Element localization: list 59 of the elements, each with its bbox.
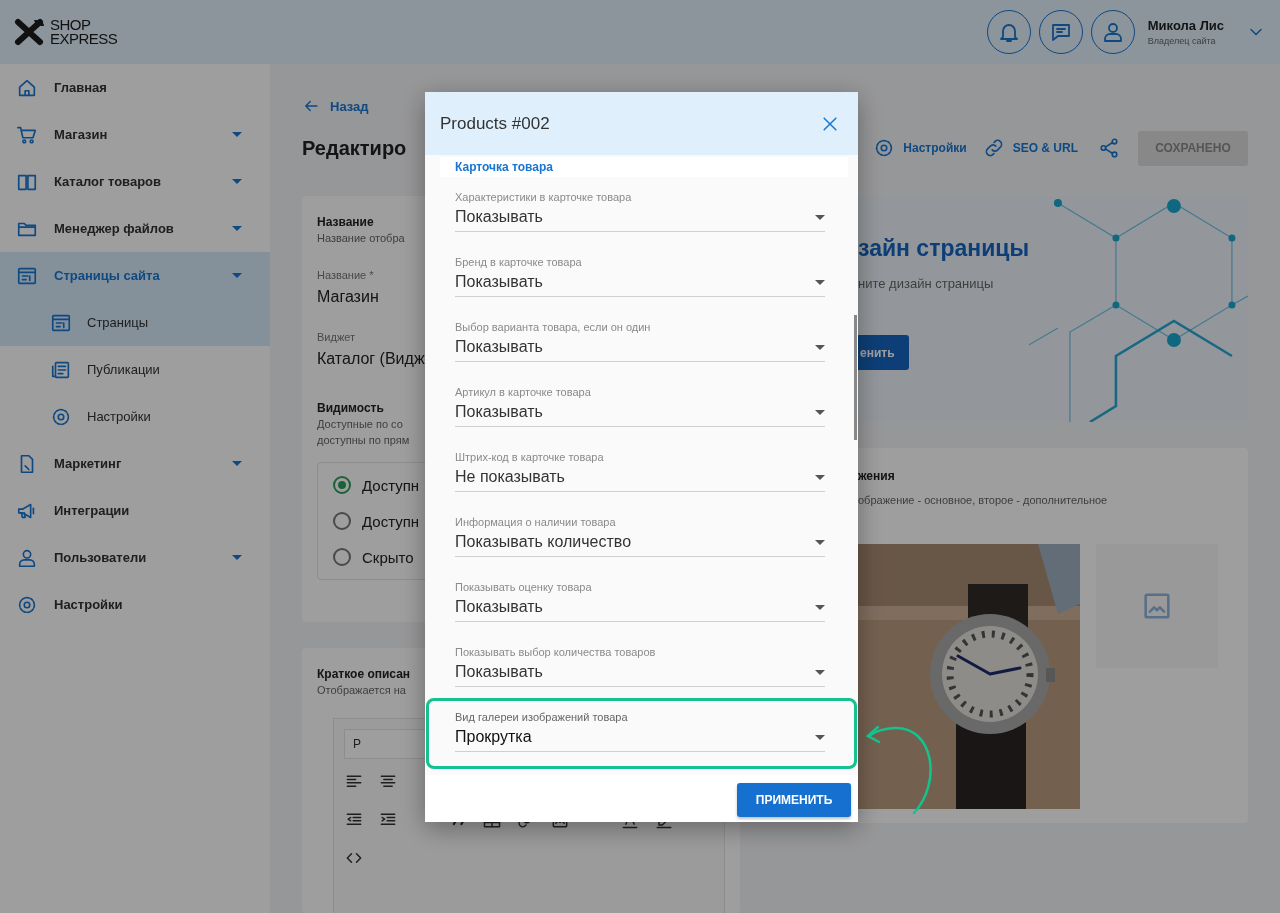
back-link[interactable]: Назад bbox=[302, 98, 369, 114]
section-title: Название bbox=[317, 214, 374, 230]
page-title: Редактиро bbox=[302, 136, 407, 160]
caret-icon bbox=[815, 539, 825, 545]
select-field[interactable]: Бренд в карточке товара Показывать bbox=[455, 255, 825, 297]
sidebar-item[interactable]: Каталог товаров bbox=[0, 158, 270, 205]
sidebar-item[interactable]: Маркетинг bbox=[0, 440, 270, 487]
sidebar-item[interactable]: Интеграции bbox=[0, 487, 270, 534]
user-role: Владелец сайта bbox=[1147, 36, 1217, 46]
sidebar-item[interactable]: Настройки bbox=[0, 581, 270, 628]
section-description: ображение - основное, второе - дополнительное bbox=[858, 493, 1108, 508]
share-icon[interactable] bbox=[1098, 137, 1120, 159]
section-title: Видимость bbox=[317, 400, 384, 416]
sidebar-item[interactable]: Главная bbox=[0, 64, 270, 111]
caret-icon bbox=[815, 669, 825, 675]
banner-title: зайн страницы bbox=[858, 234, 1030, 262]
caret-icon bbox=[815, 409, 825, 415]
section-title: Краткое описан bbox=[317, 666, 411, 682]
sidebar-subitem[interactable]: Страницы bbox=[0, 299, 270, 346]
user-name: Микола Лис bbox=[1147, 18, 1224, 33]
description-line: Доступные по со bbox=[317, 417, 403, 432]
caret-icon bbox=[815, 344, 825, 350]
section-description: Название отобра bbox=[317, 231, 405, 246]
caret-icon bbox=[815, 734, 825, 740]
select-field[interactable]: Артикул в карточке товара Показывать bbox=[455, 385, 825, 427]
section-header: Карточка товара bbox=[440, 157, 848, 177]
logo-text: SHOP EXPRESS bbox=[50, 18, 118, 46]
description-line: доступны по прям bbox=[317, 433, 410, 448]
select-field[interactable]: Штрих-код в карточке товара Не показывать bbox=[455, 450, 825, 492]
change-button[interactable]: енить bbox=[858, 335, 909, 370]
section-description: Отображается на bbox=[317, 683, 406, 698]
section-title: жения bbox=[858, 468, 895, 484]
dialog-title: Products #002 bbox=[440, 113, 550, 134]
sidebar-item[interactable]: Менеджер файлов bbox=[0, 205, 270, 252]
sidebar-item[interactable]: Магазин bbox=[0, 111, 270, 158]
logo-mark-icon bbox=[14, 18, 46, 46]
radio-label: Скрыто bbox=[362, 548, 414, 566]
caret-icon bbox=[815, 604, 825, 610]
select-field[interactable]: Показывать выбор количества товаров Показывать bbox=[455, 645, 825, 687]
settings-link[interactable]: Настройки bbox=[873, 137, 967, 159]
select-field[interactable]: Выбор варианта товара, если он один Показывать bbox=[455, 320, 825, 362]
caret-icon bbox=[815, 474, 825, 480]
select-field[interactable]: Показывать оценку товара Показывать bbox=[455, 580, 825, 622]
caret-icon bbox=[815, 214, 825, 220]
select-field[interactable]: Вид галереи изображений товара Прокрутка bbox=[455, 710, 825, 752]
seo-link[interactable]: SEO & URL bbox=[982, 137, 1078, 159]
caret-icon bbox=[815, 279, 825, 285]
sidebar-subitem[interactable]: Публикации bbox=[0, 346, 270, 393]
sidebar-subitem[interactable]: Настройки bbox=[0, 393, 270, 440]
banner-subtitle: ните дизайн страницы bbox=[858, 276, 994, 291]
radio-button[interactable] bbox=[333, 548, 351, 566]
radio-label: Доступн bbox=[362, 476, 420, 494]
radio-button[interactable] bbox=[333, 512, 351, 530]
select-field[interactable]: Характеристики в карточке товара Показывать bbox=[455, 190, 825, 232]
sidebar-item[interactable]: Пользователи bbox=[0, 534, 270, 581]
select-field[interactable]: Информация о наличии товара Показывать количество bbox=[455, 515, 825, 557]
radio-label: Доступн bbox=[362, 512, 420, 530]
radio-button[interactable] bbox=[333, 476, 351, 494]
apply-button[interactable]: ПРИМЕНИТЬ bbox=[737, 783, 851, 817]
